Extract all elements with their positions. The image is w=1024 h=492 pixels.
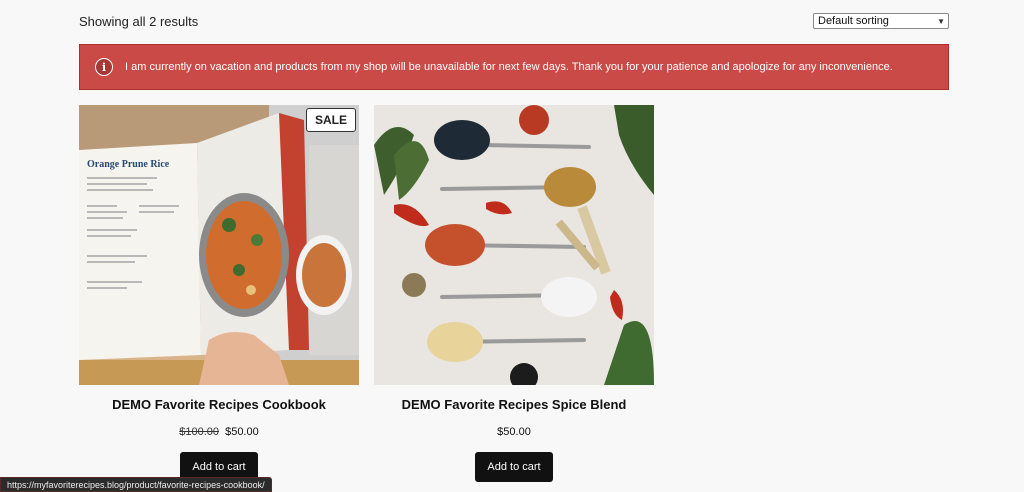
product-card: Orange Prune Rice SALE DEMO Favorite Rec…: [79, 105, 359, 482]
vacation-notice: i I am currently on vacation and product…: [79, 44, 949, 90]
sort-select-value: Default sorting: [818, 15, 889, 27]
notice-text: I am currently on vacation and products …: [125, 61, 893, 73]
sort-select[interactable]: Default sorting ▼: [813, 13, 949, 29]
chevron-down-icon: ▼: [937, 16, 945, 26]
old-price: $100.00: [179, 426, 220, 438]
product-price: $50.00: [374, 426, 654, 438]
shop-toolbar: Showing all 2 results Default sorting ▼: [79, 11, 949, 31]
sale-badge: SALE: [305, 108, 356, 132]
product-title[interactable]: DEMO Favorite Recipes Spice Blend: [374, 397, 654, 412]
product-card: DEMO Favorite Recipes Spice Blend $50.00…: [374, 105, 654, 482]
current-price: $50.00: [225, 426, 259, 438]
add-to-cart-button[interactable]: Add to cart: [475, 452, 553, 482]
product-price: $100.00 $50.00: [79, 426, 359, 438]
link-status-bar: https://myfavoriterecipes.blog/product/f…: [0, 477, 272, 492]
result-count: Showing all 2 results: [79, 13, 199, 29]
current-price: $50.00: [497, 426, 531, 438]
cookbook-page-title: Orange Prune Rice: [87, 159, 170, 170]
product-title[interactable]: DEMO Favorite Recipes Cookbook: [79, 397, 359, 412]
product-image-cookbook[interactable]: Orange Prune Rice SALE: [79, 105, 359, 385]
product-image-spice-blend[interactable]: [374, 105, 654, 385]
info-icon: i: [95, 58, 113, 76]
